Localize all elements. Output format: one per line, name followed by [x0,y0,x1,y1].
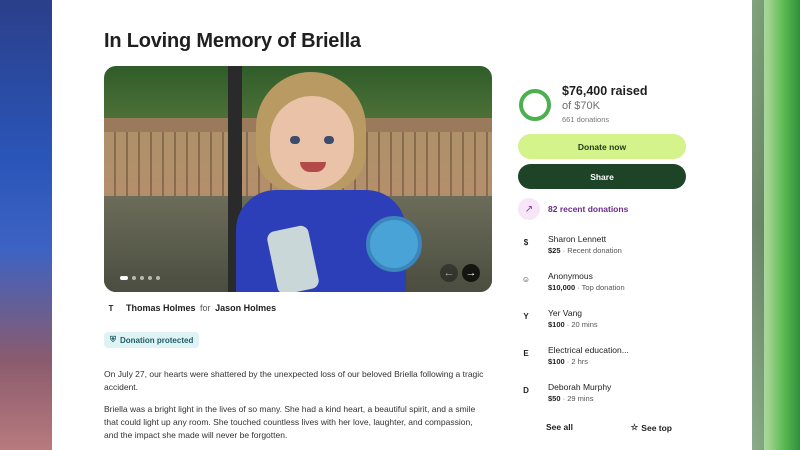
carousel-indicators[interactable] [120,276,160,280]
background-left-blur [0,0,52,450]
donation-note: Top donation [581,283,625,292]
donor-name: Yer Vang [548,308,583,318]
goal-amount: of $70K [562,100,600,112]
carousel-dot-active[interactable] [120,276,128,280]
carousel-next-button[interactable]: → [462,264,480,282]
donations-count: 661 donations [562,115,610,124]
see-top-button[interactable]: ☆ See top [631,422,672,433]
donor-name: Anonymous [548,271,593,281]
donation-amount: $100 [548,357,565,366]
page-title: In Loving Memory of Briella [104,30,361,52]
progress-ring-fill [519,89,551,121]
arrow-left-icon: ← [443,267,455,279]
carousel-dot[interactable] [132,276,136,280]
donation-amount: $100 [548,320,565,329]
carousel-prev-button[interactable]: ← [440,264,458,282]
dollar-icon: $ [523,238,529,247]
donation-amount: $10,000 [548,283,576,292]
donation-amount: $25 [548,246,561,255]
story-paragraph: Briella was a bright light in the lives … [104,404,476,440]
donation-protected-badge[interactable]: ⛨ Donation protected [104,332,200,348]
story-text: On July 27, our hearts were shattered by… [104,368,484,450]
donation-item: E Electrical education... $100 · 2 hrs [518,345,629,366]
donation-links: See all ☆ See top [518,422,686,433]
donation-item: Y Yer Vang $100 · 20 mins [518,308,598,329]
donation-protected-label: Donation protected [120,335,194,345]
see-top-label: See top [641,422,672,433]
carousel-dot[interactable] [156,276,160,280]
see-all-button[interactable]: See all [546,422,573,433]
carousel-dot[interactable] [148,276,152,280]
user-icon: T [108,303,114,313]
donation-note: Recent donation [567,246,622,255]
organizer-for-text: for [200,303,211,313]
recent-donations-header[interactable]: ↗ 82 recent donations [518,198,628,220]
photo-child-face [270,96,354,190]
trending-up-icon: ↗ [518,198,540,220]
donate-now-button[interactable]: Donate now [518,134,686,159]
initial-icon: E [523,349,529,358]
shield-icon: ⛨ [110,335,116,344]
beneficiary-name[interactable]: Jason Holmes [215,303,276,313]
photo-child-eye [324,136,334,144]
organizer-name[interactable]: Thomas Holmes [126,303,196,313]
donation-item: D Deborah Murphy $50 · 29 mins [518,382,611,403]
donor-name: Electrical education... [548,345,629,355]
donor-name: Deborah Murphy [548,382,612,392]
photo-child-eye [290,136,300,144]
progress-ring [519,89,551,121]
share-button[interactable]: Share [518,164,686,189]
arrow-right-icon: → [465,267,477,279]
donation-note: 29 mins [567,394,594,403]
donation-note: 2 hrs [571,357,589,366]
photo-snack-cup [366,216,422,272]
donation-item: $ Sharon Lennett $25 · Recent donation [518,234,622,255]
hero-photo[interactable]: ← → [104,66,492,292]
amount-raised: $76,400 raised [562,84,648,98]
story-paragraph: On July 27, our hearts were shattered by… [104,369,484,392]
star-icon: ☆ [630,422,639,432]
carousel-dot[interactable] [140,276,144,280]
fundraiser-page: In Loving Memory of Briella ← → T Thomas… [52,0,752,450]
donation-note: 20 mins [571,320,598,329]
organizer-line: T Thomas Holmes for Jason Holmes [104,303,277,313]
initial-icon: Y [523,312,529,321]
donor-name: Sharon Lennett [548,234,607,244]
hand-heart-icon: ☺ [521,275,531,284]
donation-item: ☺ Anonymous $10,000 · Top donation [518,271,625,292]
donation-amount: $50 [548,394,561,403]
initial-icon: D [523,386,529,395]
recent-donations-label: 82 recent donations [548,204,629,214]
